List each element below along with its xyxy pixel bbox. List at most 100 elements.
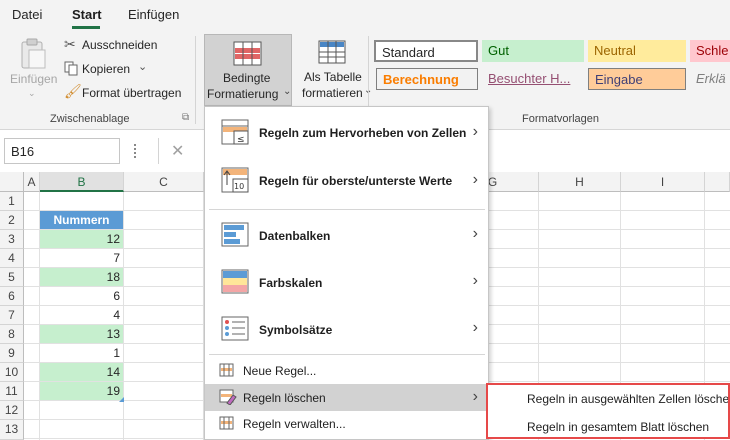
cell-b7[interactable]: 4 <box>40 306 124 325</box>
cell-b5[interactable]: 18 <box>40 268 124 287</box>
menu-item-label: Regeln verwalten... <box>243 417 346 431</box>
eraser-icon <box>219 389 237 405</box>
row-header-11[interactable]: 11 <box>0 382 24 401</box>
menu-item-label: Farbskalen <box>259 276 323 290</box>
top-bottom-rules-icon: 10 <box>221 167 249 193</box>
cancel-icon[interactable]: ✕ <box>158 138 198 164</box>
row-header-5[interactable]: 5 <box>0 268 24 287</box>
menu-item-label: Regeln für oberste/unterste Werte <box>259 174 453 188</box>
menu-item-label: Datenbalken <box>259 229 331 243</box>
style-good[interactable]: Gut <box>482 40 584 62</box>
active-tab-indicator <box>72 26 100 29</box>
menu-item-icon-sets[interactable]: Symbolsätze › <box>205 307 488 351</box>
submenu-item-clear-selected-cells[interactable]: Regeln in ausgewählten Zellen löschen <box>487 386 730 412</box>
menu-item-clear-rules[interactable]: Regeln löschen › <box>205 384 488 411</box>
style-explanatory[interactable]: Erklä <box>690 68 730 90</box>
chevron-down-icon[interactable]: ⌄ <box>138 60 147 73</box>
style-bad[interactable]: Schle <box>690 40 730 62</box>
ribbon-tab-bar: Datei Start Einfügen <box>0 0 730 30</box>
column-header-j[interactable] <box>705 172 730 192</box>
row-header-2[interactable]: 2 <box>0 211 24 230</box>
name-box[interactable]: B16 <box>4 138 120 164</box>
row-header-8[interactable]: 8 <box>0 325 24 344</box>
copy-button[interactable]: Kopieren ⌄ <box>64 60 176 80</box>
conditional-formatting-menu: ≤ Regeln zum Hervorheben von Zellen › 10… <box>204 106 489 440</box>
color-scales-icon <box>221 269 249 294</box>
dialog-launcher-icon[interactable]: ⧉ <box>182 112 189 123</box>
clipboard-group-label: Zwischenablage <box>50 113 130 125</box>
cut-button[interactable]: ✂ Ausschneiden <box>64 36 176 56</box>
format-as-table-label-1: Als Tabelle <box>304 70 362 84</box>
format-as-table-button[interactable]: Als Tabelle formatieren ⌄ <box>298 34 374 106</box>
tab-home[interactable]: Start <box>72 7 102 22</box>
row-header-12[interactable]: 12 <box>0 401 24 420</box>
chevron-down-icon: ⌄ <box>28 88 36 98</box>
style-followed-hyperlink[interactable]: Besuchter H... <box>482 68 584 90</box>
row-header-6[interactable]: 6 <box>0 287 24 306</box>
paste-label: Einfügen <box>10 72 58 86</box>
tab-insert[interactable]: Einfügen <box>128 7 179 22</box>
menu-separator <box>209 209 485 210</box>
row-header-3[interactable]: 3 <box>0 230 24 249</box>
row-header-9[interactable]: 9 <box>0 344 24 363</box>
row-header-4[interactable]: 4 <box>0 249 24 268</box>
format-painter-button[interactable]: 🖌 Format übertragen <box>64 83 188 104</box>
menu-separator <box>209 354 485 355</box>
column-header-c[interactable]: C <box>124 172 204 192</box>
menu-item-top-bottom-rules[interactable]: 10 Regeln für oberste/unterste Werte › <box>205 159 488 203</box>
conditional-formatting-icon <box>233 41 262 66</box>
scissors-icon: ✂ <box>64 36 76 52</box>
chevron-right-icon: › <box>472 171 478 188</box>
menu-item-color-scales[interactable]: Farbskalen › <box>205 260 488 304</box>
paintbrush-icon: 🖌 <box>64 83 82 99</box>
style-neutral[interactable]: Neutral <box>588 40 686 62</box>
row-header-13[interactable]: 13 <box>0 420 24 440</box>
menu-item-label: Regeln löschen <box>243 391 326 405</box>
format-as-table-icon <box>318 40 346 64</box>
clear-rules-submenu: Regeln in ausgewählten Zellen löschen Re… <box>486 383 730 439</box>
menu-item-label: Neue Regel... <box>243 364 317 378</box>
column-header-a[interactable]: A <box>24 172 40 192</box>
cell-b3[interactable]: 12 <box>40 230 124 249</box>
menu-item-label: Regeln zum Hervorheben von Zellen <box>259 126 467 140</box>
row-header-1[interactable]: 1 <box>0 192 24 211</box>
cell-b10[interactable]: 14 <box>40 363 124 382</box>
conditional-formatting-label-2: Formatierung <box>207 87 279 101</box>
column-header-i[interactable]: I <box>621 172 705 192</box>
row-header-10[interactable]: 10 <box>0 363 24 382</box>
menu-item-new-rule[interactable]: Neue Regel... <box>205 358 488 384</box>
styles-group-label: Formatvorlagen <box>522 113 600 125</box>
tab-file[interactable]: Datei <box>12 7 42 22</box>
format-painter-label: Format übertragen <box>82 86 182 100</box>
style-input[interactable]: Eingabe <box>588 68 686 90</box>
menu-item-manage-rules[interactable]: Regeln verwalten... <box>205 411 488 437</box>
submenu-item-clear-entire-sheet[interactable]: Regeln in gesamtem Blatt löschen <box>487 414 730 440</box>
group-divider <box>195 36 196 124</box>
new-rule-icon <box>219 363 234 377</box>
cell-b11[interactable]: 19 <box>40 382 124 401</box>
cell-b4[interactable]: 7 <box>40 249 124 268</box>
column-header-h[interactable]: H <box>539 172 621 192</box>
cell-b9[interactable]: 1 <box>40 344 124 363</box>
menu-item-data-bars[interactable]: Datenbalken › <box>205 213 488 257</box>
cell-b8[interactable]: 13 <box>40 325 124 344</box>
chevron-right-icon: › <box>472 272 478 289</box>
paste-button[interactable]: Einfügen ⌄ <box>8 36 58 102</box>
cell-b6[interactable]: 6 <box>40 287 124 306</box>
conditional-formatting-button[interactable]: Bedingte Formatierung ⌄ <box>204 34 292 106</box>
cell-b2-header[interactable]: Nummern <box>40 211 124 230</box>
formula-bar-grip[interactable] <box>134 144 137 158</box>
style-calculation[interactable]: Berechnung <box>376 68 478 90</box>
chevron-right-icon: › <box>472 123 478 140</box>
cut-label: Ausschneiden <box>82 38 158 52</box>
row-header-7[interactable]: 7 <box>0 306 24 325</box>
style-standard[interactable]: Standard <box>374 40 478 62</box>
table-resize-handle[interactable] <box>119 397 124 402</box>
clipboard-icon <box>21 38 46 69</box>
column-header-b[interactable]: B <box>40 172 124 192</box>
chevron-down-icon: ⌄ <box>283 86 292 97</box>
data-bars-icon <box>221 222 249 247</box>
menu-item-label: Symbolsätze <box>259 323 333 337</box>
menu-item-highlight-cells-rules[interactable]: ≤ Regeln zum Hervorheben von Zellen › <box>205 111 488 155</box>
select-all-corner[interactable] <box>0 172 24 192</box>
